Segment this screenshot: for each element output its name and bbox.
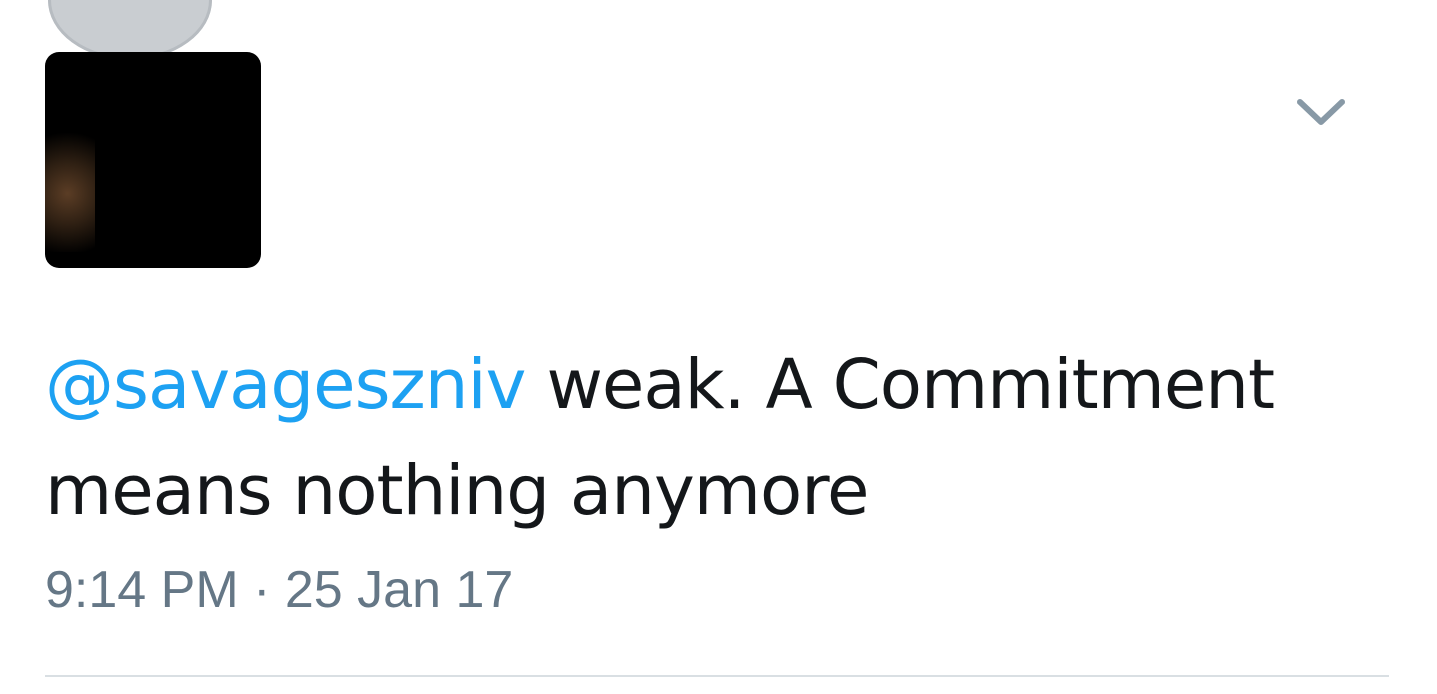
tweet-timestamp[interactable]: 9:14 PM · 25 Jan 17 [45, 560, 513, 620]
mention-link[interactable]: @savageszniv [45, 345, 527, 425]
divider [45, 675, 1389, 677]
chevron-down-icon [1297, 99, 1345, 125]
favorite-button[interactable] [48, 0, 212, 60]
tweet-menu-button[interactable] [1294, 92, 1348, 128]
tweet-text: @savageszniv weak. A Commitment means no… [45, 332, 1385, 544]
